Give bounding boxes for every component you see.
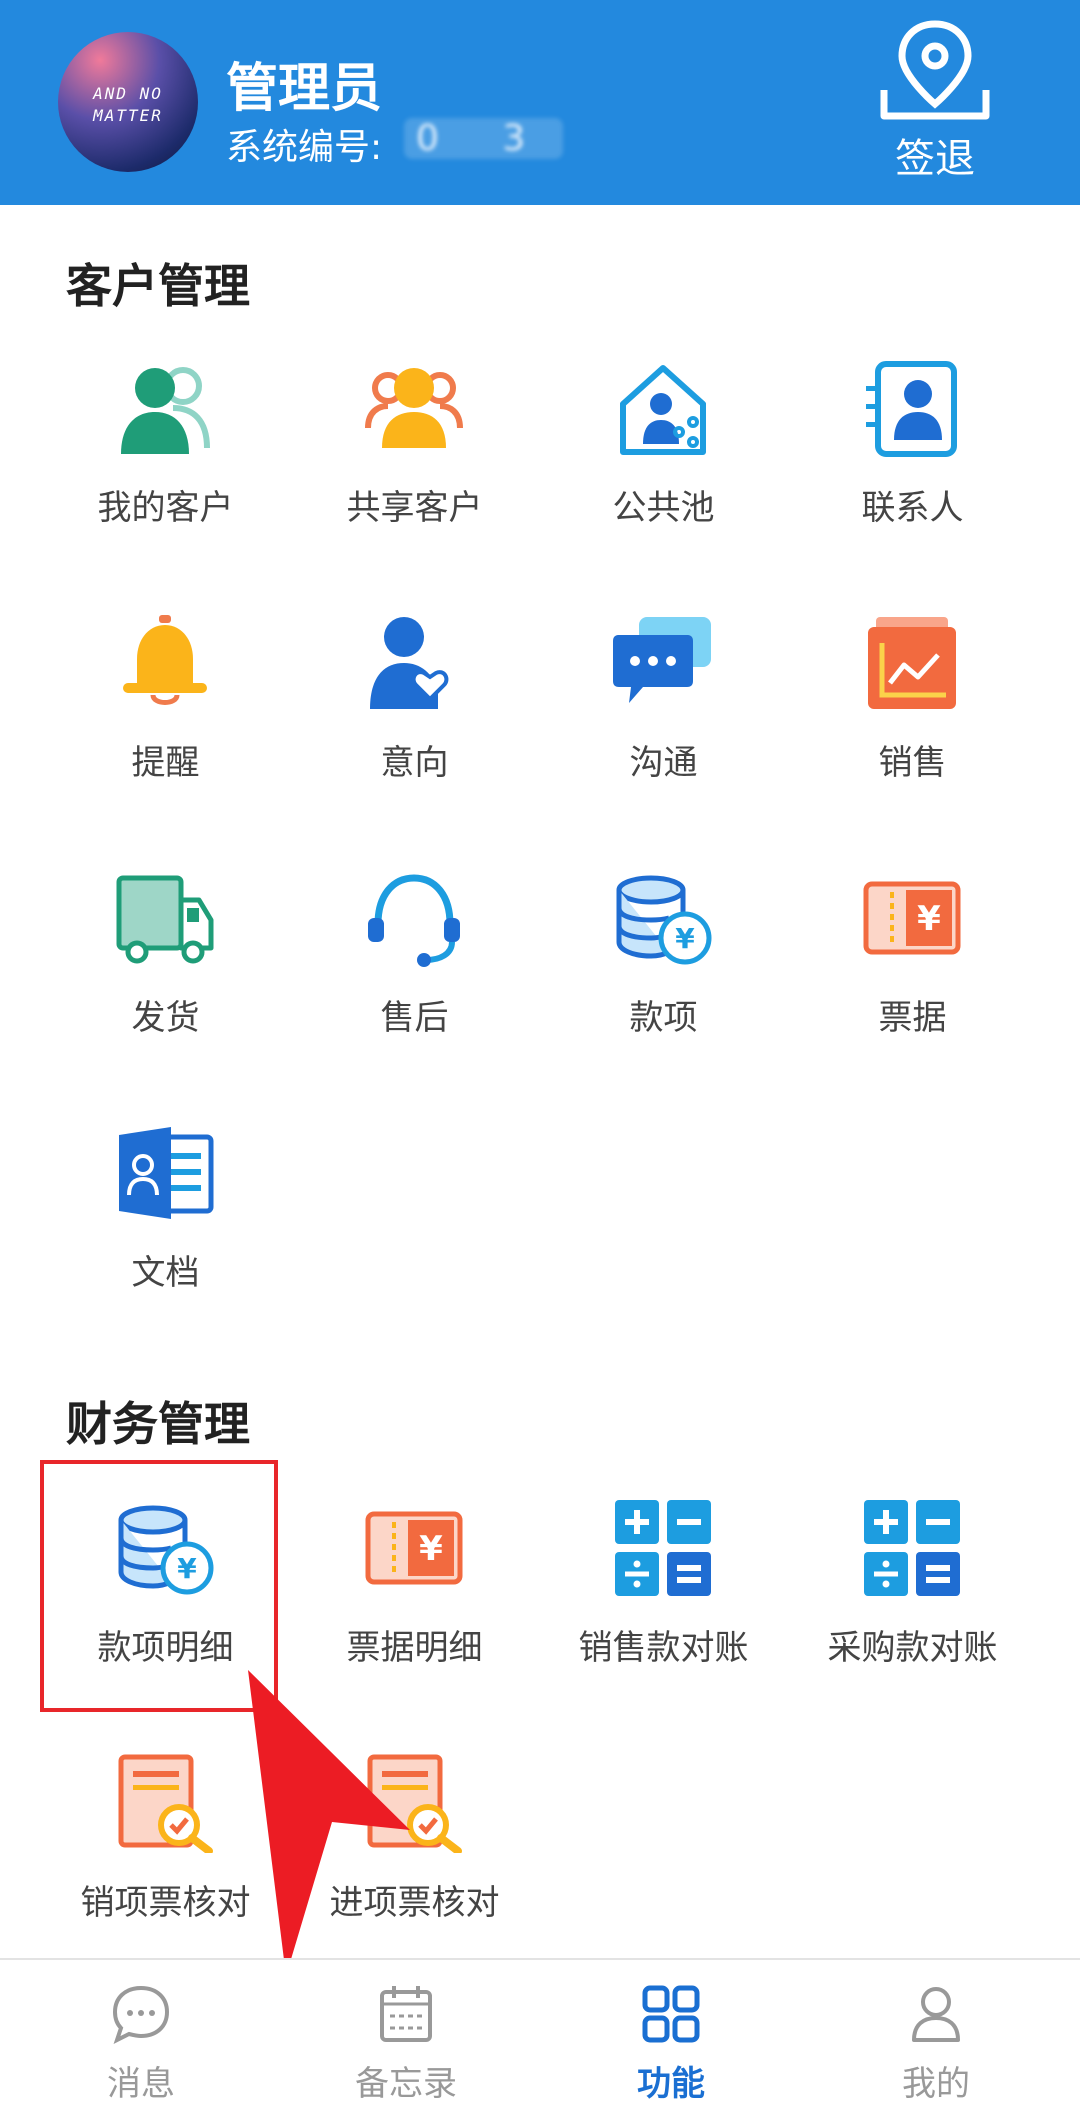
bottom-nav: 消息 备忘录 功能 我的 xyxy=(0,1958,1080,2120)
tab-messages[interactable]: 消息 xyxy=(6,1960,276,2120)
grid-item-label: 文档 xyxy=(131,1253,200,1293)
grid-item-label: 销售 xyxy=(878,743,947,783)
tab-label: 备忘录 xyxy=(355,2064,457,2104)
tab-label: 我的 xyxy=(902,2064,970,2104)
avatar-text: MATTER xyxy=(93,106,163,125)
avatar[interactable]: AND NO MATTER xyxy=(58,32,198,172)
calendar-icon xyxy=(380,1986,432,2042)
grid-item-label: 公共池 xyxy=(612,488,715,528)
contacts-icon xyxy=(866,361,957,457)
red-arrow-icon xyxy=(248,1670,410,1976)
signout-label: 签退 xyxy=(895,136,975,182)
grid-item-public-pool[interactable]: 公共池 xyxy=(539,358,788,598)
grid-item-communicate[interactable]: 沟通 xyxy=(539,613,788,853)
finance-section-title: 财务管理 xyxy=(66,1397,250,1451)
sales-chart-icon xyxy=(868,617,956,709)
grid-item-my-customers[interactable]: 我的客户 xyxy=(41,358,290,598)
bell-icon xyxy=(123,615,207,705)
tab-memo[interactable]: 备忘录 xyxy=(271,1960,541,2120)
public-pool-icon xyxy=(620,365,706,455)
avatar-text: AND NO xyxy=(93,84,163,103)
system-id-value: 0 3 xyxy=(404,118,564,159)
invoice-check-icon xyxy=(118,1754,213,1853)
my-customers-icon xyxy=(121,367,210,454)
grid-item-label: 提醒 xyxy=(131,743,200,783)
svg-text:¥: ¥ xyxy=(675,922,695,955)
tab-label: 消息 xyxy=(107,2064,175,2104)
tab-functions[interactable]: 功能 xyxy=(536,1960,806,2120)
grid-item-label: 销售款对账 xyxy=(578,1628,749,1668)
grid-item-after-sales[interactable]: 售后 xyxy=(290,868,539,1108)
svg-text:¥: ¥ xyxy=(917,899,941,939)
shared-customers-icon xyxy=(365,368,463,448)
location-pin-icon xyxy=(880,20,990,120)
header-bar: AND NO MATTER 管理员 系统编号: 0 3 签退 xyxy=(0,0,1080,205)
profile-icon xyxy=(912,1987,960,2042)
tab-profile[interactable]: 我的 xyxy=(801,1960,1071,2120)
grid-item-sales[interactable]: 销售 xyxy=(788,613,1037,853)
grid-item-label: 共享客户 xyxy=(346,488,483,528)
customer-section-title: 客户管理 xyxy=(66,259,250,313)
grid-item-label: 我的客户 xyxy=(97,488,234,528)
tab-label: 功能 xyxy=(637,2064,705,2104)
grid-item-payments[interactable]: ¥ 款项 xyxy=(539,868,788,1108)
truck-icon xyxy=(116,875,214,964)
coins-icon: ¥ xyxy=(616,875,712,965)
grid-item-label: 发货 xyxy=(131,998,200,1038)
grid-item-label: 沟通 xyxy=(629,743,698,783)
calculator-icon xyxy=(615,1500,711,1596)
grid-item-tickets[interactable]: ¥ 票据 xyxy=(788,868,1037,1108)
user-name: 管理员 xyxy=(226,59,383,119)
grid-item-documents[interactable]: 文档 xyxy=(41,1123,290,1363)
ticket-icon: ¥ xyxy=(365,1511,463,1585)
signout-button[interactable]: 签退 xyxy=(870,16,1000,196)
grid-item-label: 售后 xyxy=(380,998,449,1038)
grid-item-label: 票据明细 xyxy=(346,1628,483,1668)
grid-item-shipping[interactable]: 发货 xyxy=(41,868,290,1108)
grid-item-reminder[interactable]: 提醒 xyxy=(41,613,290,853)
grid-icon xyxy=(642,1985,700,2043)
chat-icon xyxy=(613,617,711,703)
grid-item-label: 票据 xyxy=(878,998,947,1038)
svg-text:¥: ¥ xyxy=(419,1529,443,1569)
grid-item-label: 采购款对账 xyxy=(827,1628,998,1668)
grid-item-label: 款项 xyxy=(629,998,698,1038)
grid-item-sales-reconcile[interactable]: 销售款对账 xyxy=(539,1498,788,1738)
grid-item-label: 联系人 xyxy=(861,488,964,528)
document-icon xyxy=(119,1127,214,1219)
grid-item-shared-customers[interactable]: 共享客户 xyxy=(290,358,539,598)
grid-item-purchase-reconcile[interactable]: 采购款对账 xyxy=(788,1498,1037,1738)
calculator-icon xyxy=(864,1500,960,1596)
grid-item-contacts[interactable]: 联系人 xyxy=(788,358,1037,598)
system-id-label: 系统编号: xyxy=(226,127,383,168)
headset-icon xyxy=(368,874,460,967)
message-icon xyxy=(112,1985,170,2044)
intent-icon xyxy=(370,617,449,709)
ticket-icon: ¥ xyxy=(863,881,961,955)
grid-item-label: 意向 xyxy=(380,743,449,783)
grid-item-intent[interactable]: 意向 xyxy=(290,613,539,853)
